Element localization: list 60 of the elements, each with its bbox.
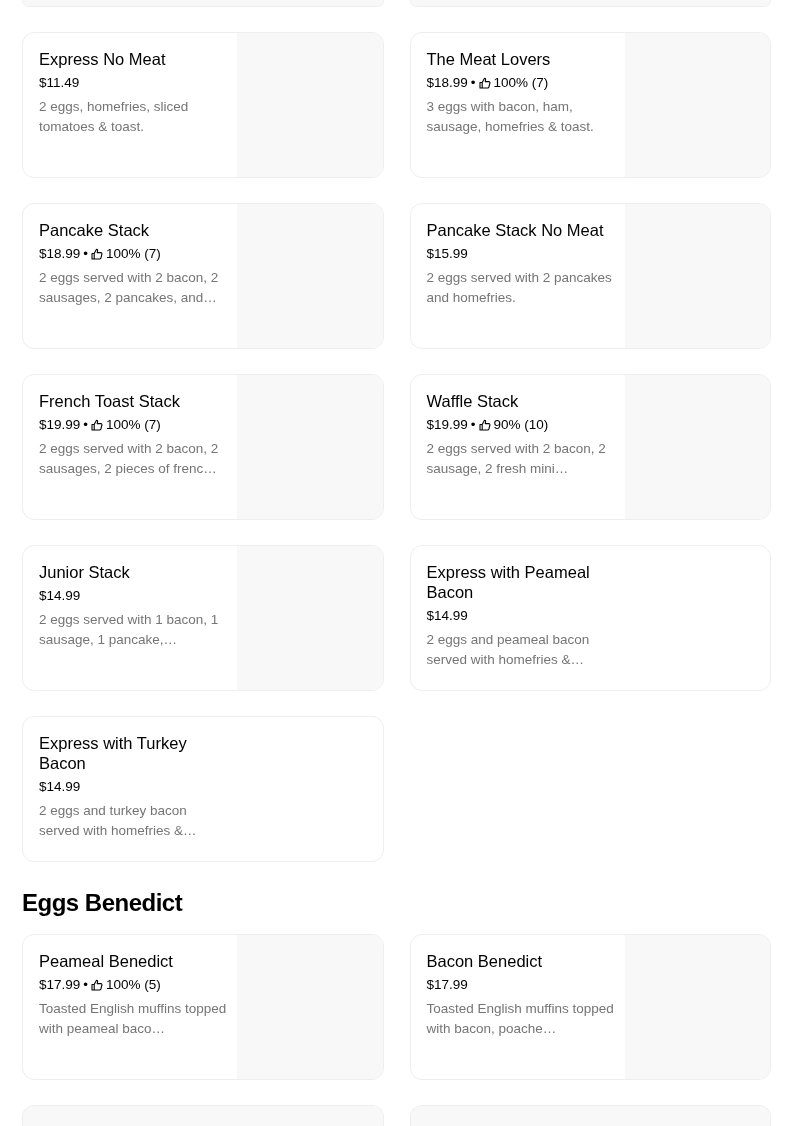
item-description: Toasted English muffins topped with bacon, poache… — [426, 1000, 615, 1038]
item-price: $17.99 — [426, 976, 468, 994]
item-price: $14.99 — [426, 607, 468, 625]
menu-item-card[interactable]: Express with Turkey Bacon $14.99 2 eggs and turkey bacon served with homefries &… — [22, 716, 384, 862]
item-description: Toasted English muffins topped with peameal baco… — [39, 1000, 227, 1038]
item-price: $14.99 — [39, 587, 81, 605]
item-rating: 90% (10) — [493, 416, 549, 434]
item-name: Express with Peameal Bacon — [426, 562, 591, 602]
menu-item-card[interactable]: Express with Peameal Bacon $14.99 2 eggs and peameal bacon served with homefries &… — [409, 545, 771, 691]
item-rating: 100% (5) — [106, 976, 161, 994]
item-description: 2 eggs served with 1 bacon, 1 sausage, 1 pancake,… — [39, 611, 220, 649]
item-description: 2 eggs and turkey bacon served with homefries &… — [39, 802, 198, 840]
thumbs-up-icon — [478, 419, 491, 431]
item-description: 2 eggs served with 2 pancakes and homefries. — [426, 269, 613, 307]
item-name: French Toast Stack — [39, 391, 181, 411]
item-description: 3 eggs with bacon, ham, sausage, homefries & toast. — [426, 98, 595, 136]
menu-item-card[interactable]: Pancake Stack No Meat $15.99 2 eggs served with 2 pancakes and homefries. — [409, 203, 771, 349]
item-rating: 100% (7) — [106, 245, 161, 263]
item-description: 2 eggs, homefries, sliced tomatoes & toast. — [39, 98, 190, 136]
menu-item-card[interactable]: French Toast Stack $19.99 • 100% (7) 2 eggs served with 2 bacon, 2 sausages, 2 pieces of frenc… — [22, 374, 384, 520]
menu-item-card[interactable]: Express No Meat $11.49 2 eggs, homefries, sliced tomatoes & toast. — [22, 32, 384, 178]
thumbs-up-icon — [91, 248, 104, 260]
menu-item-card[interactable]: The Meat Lovers $18.99 • 100% (7) 3 eggs with bacon, ham, sausage, homefries & toast. — [409, 32, 771, 178]
item-description: 2 eggs served with 2 bacon, 2 sausage, 2 fresh mini… — [426, 440, 607, 478]
section-heading: Eggs Benedict — [22, 889, 184, 917]
separator-dot: • — [83, 245, 89, 263]
item-rating: 100% (7) — [106, 416, 161, 434]
separator-dot: • — [83, 416, 89, 434]
item-price: $19.99 — [426, 416, 468, 434]
item-price: $15.99 — [426, 245, 468, 263]
thumbs-up-icon — [478, 77, 491, 89]
item-rating: 100% (7) — [493, 74, 549, 92]
item-price: $18.99 — [39, 245, 81, 263]
menu-item-card[interactable]: Waffle Stack $19.99 • 90% (10) 2 eggs served with 2 bacon, 2 sausage, 2 fresh mini… — [409, 374, 771, 520]
item-name: Waffle Stack — [426, 391, 520, 411]
separator-dot: • — [470, 416, 476, 434]
thumbs-up-icon — [91, 979, 104, 991]
item-price: $17.99 — [39, 976, 81, 994]
item-description: 2 eggs and peameal bacon served with homefries &… — [426, 631, 591, 669]
item-description: 2 eggs served with 2 bacon, 2 sausages, 2 pieces of frenc… — [39, 440, 220, 478]
item-name: Bacon Benedict — [426, 951, 544, 971]
menu-item-card[interactable]: Peameal Benedict $17.99 • 100% (5) Toasted English muffins topped with peameal baco… — [22, 934, 384, 1080]
item-price: $11.49 — [39, 74, 80, 92]
item-name: The Meat Lovers — [426, 49, 552, 69]
item-price: $18.99 — [426, 74, 468, 92]
separator-dot: • — [470, 74, 476, 92]
menu-item-card[interactable]: Junior Stack $14.99 2 eggs served with 1 bacon, 1 sausage, 1 pancake,… — [22, 545, 384, 691]
menu-item-card[interactable]: Pancake Stack $18.99 • 100% (7) 2 eggs served with 2 bacon, 2 sausages, 2 pancakes, and… — [22, 203, 384, 349]
item-name: Junior Stack — [39, 562, 131, 582]
item-name: Pancake Stack No Meat — [426, 220, 605, 240]
menu-item-card[interactable]: Bacon Benedict $17.99 Toasted English muffins topped with bacon, poache… — [409, 934, 771, 1080]
separator-dot: • — [83, 976, 89, 994]
item-price: $14.99 — [39, 778, 81, 796]
item-name: Express No Meat — [39, 49, 167, 69]
item-name: Peameal Benedict — [39, 951, 174, 971]
item-price: $19.99 — [39, 416, 81, 434]
thumbs-up-icon — [91, 419, 104, 431]
item-description: 2 eggs served with 2 bacon, 2 sausages, 2 pancakes, and… — [39, 269, 220, 307]
item-name: Express with Turkey Bacon — [39, 733, 188, 773]
item-name: Pancake Stack — [39, 220, 151, 240]
